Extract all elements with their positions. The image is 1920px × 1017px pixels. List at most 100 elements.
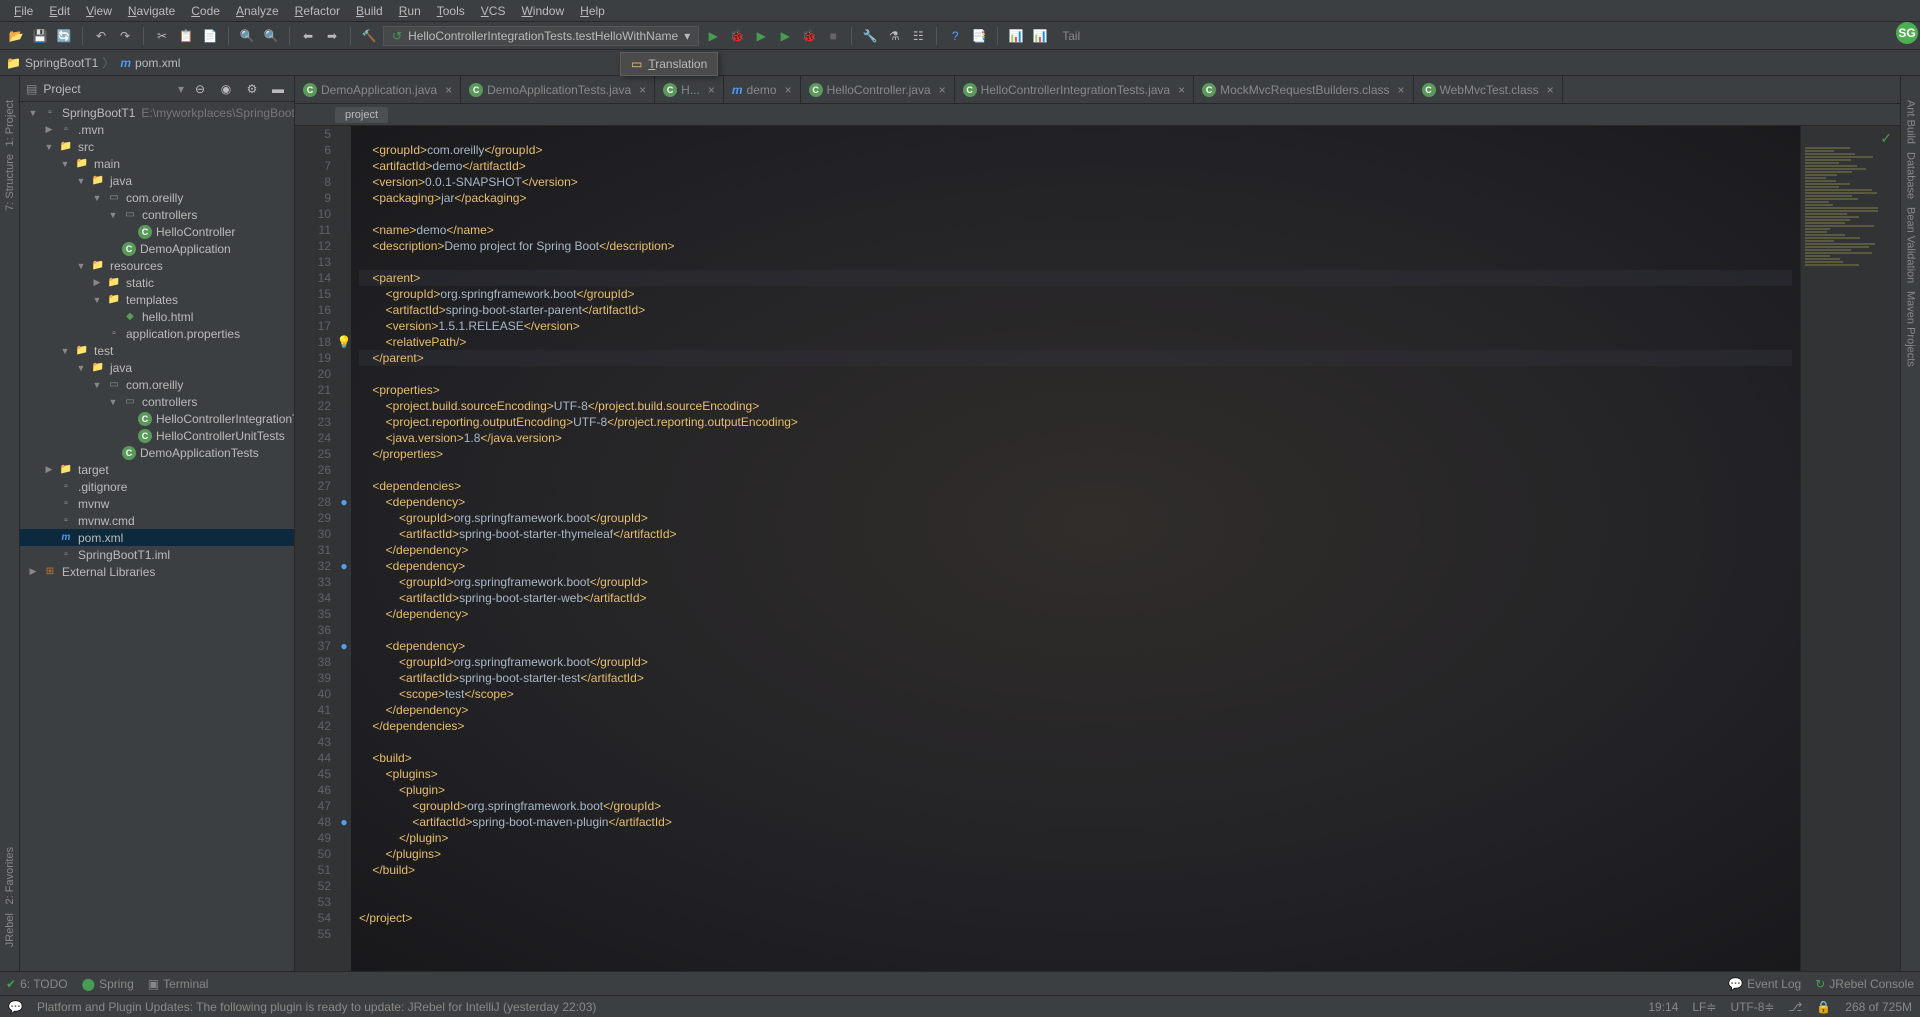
hide-icon[interactable]: ▬ (268, 79, 288, 99)
dropdown-icon[interactable]: ▾ (178, 82, 184, 96)
editor-tab[interactable]: C HelloControllerIntegrationTests.java× (955, 76, 1194, 103)
capture-icon[interactable]: 📑 (969, 26, 989, 46)
tool-tab-database[interactable]: Database (1903, 148, 1919, 203)
bottom-tab-6-todo[interactable]: ✔ 6: TODO (6, 977, 68, 991)
bottom-tab-terminal[interactable]: ▣ Terminal (148, 977, 209, 991)
open-icon[interactable]: 📂 (6, 26, 26, 46)
menu-file[interactable]: File (6, 4, 41, 18)
tree-node[interactable]: ▶📁target (20, 461, 294, 478)
tree-node[interactable]: ▼▭controllers (20, 206, 294, 223)
tool-tab-7-structure[interactable]: 7: Structure (2, 150, 18, 215)
editor-content[interactable]: 5678910111213141516171819202122232425262… (295, 126, 1900, 971)
menu-refactor[interactable]: Refactor (287, 4, 348, 18)
build-icon[interactable]: 🔨 (359, 26, 379, 46)
menu-tools[interactable]: Tools (429, 4, 473, 18)
tree-node[interactable]: ▼▭com.oreilly (20, 189, 294, 206)
sync-icon[interactable]: 🔄 (54, 26, 74, 46)
back-icon[interactable]: ⬅ (298, 26, 318, 46)
tail-icon-b[interactable]: 📊 (1030, 26, 1050, 46)
tree-node[interactable]: ▫.gitignore (20, 478, 294, 495)
line-separator[interactable]: LF≑ (1692, 1000, 1716, 1014)
tree-node[interactable]: ▼📁java (20, 359, 294, 376)
user-avatar[interactable]: SG (1896, 22, 1918, 44)
menu-vcs[interactable]: VCS (473, 4, 514, 18)
forward-icon[interactable]: ➡ (322, 26, 342, 46)
menu-build[interactable]: Build (348, 4, 391, 18)
target-icon[interactable]: ◉ (216, 79, 236, 99)
menu-navigate[interactable]: Navigate (120, 4, 183, 18)
menu-run[interactable]: Run (391, 4, 429, 18)
tree-node[interactable]: CHelloControllerUnitTests (20, 427, 294, 444)
nav-crumb[interactable]: 📁 SpringBootT1 〉 (6, 54, 114, 71)
copy-icon[interactable]: 📋 (176, 26, 196, 46)
tool-tab-2-favorites[interactable]: 2: Favorites (2, 843, 18, 908)
tool-tab-ant-build[interactable]: Ant Build (1903, 96, 1919, 148)
breadcrumb-item[interactable]: project (335, 107, 388, 123)
debug-icon[interactable]: 🐞 (727, 26, 747, 46)
replace-icon[interactable]: 🔍 (261, 26, 281, 46)
menu-window[interactable]: Window (513, 4, 572, 18)
tree-node[interactable]: ▼▭com.oreilly (20, 376, 294, 393)
jrebel-run-icon[interactable]: ▶ (775, 26, 795, 46)
memory-indicator[interactable]: 268 of 725M (1845, 1000, 1912, 1014)
cut-icon[interactable]: ✂ (152, 26, 172, 46)
tool-tab-jrebel[interactable]: JRebel (2, 909, 18, 951)
ide-action-icon[interactable]: ☷ (908, 26, 928, 46)
run-configuration-selector[interactable]: ↺ HelloControllerIntegrationTests.testHe… (383, 26, 699, 46)
tree-node[interactable]: ▫mvnw (20, 495, 294, 512)
tree-node[interactable]: ◆hello.html (20, 308, 294, 325)
tail-icon-a[interactable]: 📊 (1006, 26, 1026, 46)
menu-help[interactable]: Help (572, 4, 613, 18)
tree-node[interactable]: ▼📁resources (20, 257, 294, 274)
caret-position[interactable]: 19:14 (1648, 1000, 1678, 1014)
bottom-tab-event-log[interactable]: 💬 Event Log (1728, 977, 1801, 991)
gear-icon[interactable]: ⚙ (242, 79, 262, 99)
tree-node[interactable]: ▶📁static (20, 274, 294, 291)
tree-node[interactable]: CDemoApplicationTests (20, 444, 294, 461)
tree-node[interactable]: ▫SpringBootT1.iml (20, 546, 294, 563)
tree-node[interactable]: ▼📁templates (20, 291, 294, 308)
menu-code[interactable]: Code (183, 4, 228, 18)
tree-node[interactable]: ▫mvnw.cmd (20, 512, 294, 529)
tool-tab-1-project[interactable]: 1: Project (2, 96, 18, 150)
nav-crumb[interactable]: m pom.xml (120, 54, 180, 71)
editor-tab[interactable]: C H...× (655, 76, 724, 103)
editor-tab[interactable]: C DemoApplicationTests.java× (461, 76, 655, 103)
minimap[interactable]: ✓ (1800, 126, 1900, 971)
file-encoding[interactable]: UTF-8≑ (1730, 1000, 1774, 1014)
editor-tab[interactable]: C DemoApplication.java× (295, 76, 461, 103)
editor-tab[interactable]: m demo× (724, 76, 801, 103)
collapse-icon[interactable]: ⊖ (190, 79, 210, 99)
code-area[interactable]: <groupId>com.oreilly</groupId> <artifact… (351, 126, 1800, 971)
bottom-tab-jrebel-console[interactable]: ↻ JRebel Console (1815, 977, 1914, 991)
ide-action-icon[interactable]: ⚗ (884, 26, 904, 46)
tree-node[interactable]: CHelloControllerIntegrationTests (20, 410, 294, 427)
balloon-icon[interactable]: 💬 (8, 1000, 23, 1014)
ide-action-icon[interactable]: 🔧 (860, 26, 880, 46)
tool-tab-maven-projects[interactable]: Maven Projects (1903, 287, 1919, 371)
tree-node[interactable]: ▫application.properties (20, 325, 294, 342)
tree-node[interactable]: ▼📁main (20, 155, 294, 172)
tree-node[interactable]: ▼▫SpringBootT1E:\myworkplaces\SpringBoot… (20, 104, 294, 121)
tree-node[interactable]: mpom.xml (20, 529, 294, 546)
menu-analyze[interactable]: Analyze (228, 4, 287, 18)
redo-icon[interactable]: ↷ (115, 26, 135, 46)
tool-tab-bean-validation[interactable]: Bean Validation (1903, 203, 1919, 287)
tree-node[interactable]: ▼📁src (20, 138, 294, 155)
tree-node[interactable]: CHelloController (20, 223, 294, 240)
project-tree[interactable]: ▼▫SpringBootT1E:\myworkplaces\SpringBoot… (20, 102, 294, 971)
tree-node[interactable]: CDemoApplication (20, 240, 294, 257)
menu-view[interactable]: View (78, 4, 120, 18)
save-icon[interactable]: 💾 (30, 26, 50, 46)
lock-icon[interactable]: 🔒 (1816, 1000, 1831, 1014)
bottom-tab-spring[interactable]: ⬤ Spring (82, 977, 134, 991)
tree-node[interactable]: ▼▭controllers (20, 393, 294, 410)
tree-node[interactable]: ▶⊞External Libraries (20, 563, 294, 580)
editor-tab[interactable]: C WebMvcTest.class× (1414, 76, 1563, 103)
undo-icon[interactable]: ↶ (91, 26, 111, 46)
tree-node[interactable]: ▼📁java (20, 172, 294, 189)
editor-tab[interactable]: C MockMvcRequestBuilders.class× (1194, 76, 1413, 103)
menu-edit[interactable]: Edit (41, 4, 78, 18)
run-icon[interactable]: ▶ (703, 26, 723, 46)
jrebel-debug-icon[interactable]: 🐞 (799, 26, 819, 46)
